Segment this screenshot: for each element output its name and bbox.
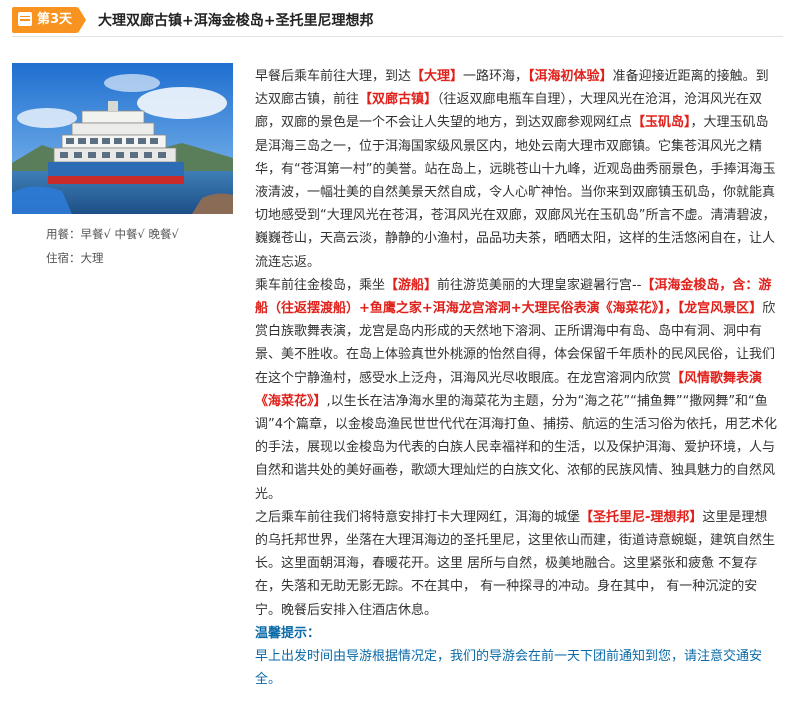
paragraph-1: 早餐后乘车前往大理，到达【大理】一路环海，【洱海初体验】准备迎接近距离的接触。到… <box>255 69 776 270</box>
highlight-shuanglang: 【双廊古镇】 <box>359 92 438 108</box>
calendar-icon <box>18 12 32 26</box>
highlight-erhai: 【洱海初体验】 <box>528 69 613 84</box>
accommodation-info: 住宿：大理 <box>46 251 104 265</box>
day-badge: 第3天 <box>12 7 86 33</box>
meals-info: 用餐：早餐√ 中餐√ 晚餐√ <box>46 227 179 241</box>
paragraph-2: 乘车前往金梭岛，乘坐【游船】前往游览美丽的大理皇家避暑行宫--【洱海金梭岛，含：… <box>255 277 778 502</box>
day-badge-label: 第3天 <box>37 12 73 27</box>
tips-title: 温馨提示： <box>255 625 321 641</box>
paragraph-3: 之后乘车前往我们将特意安排打卡大理网红，洱海的城堡【圣托里尼-理想邦】这里是理想… <box>255 509 776 618</box>
day-title: 大理双廊古镇+洱海金梭岛+圣托里尼理想邦 <box>98 13 374 29</box>
itinerary-content: 早餐后乘车前往大理，到达【大理】一路环海，【洱海初体验】准备迎接近距离的接触。到… <box>255 65 777 691</box>
day-header: 第3天 大理双廊古镇+洱海金梭岛+圣托里尼理想邦 <box>12 6 783 37</box>
destination-photo <box>12 63 233 214</box>
highlight-boat: 【游船】 <box>385 277 438 293</box>
highlight-dali: 【大理】 <box>411 69 464 84</box>
highlight-santorini: 【圣托里尼-理想邦】 <box>580 509 703 525</box>
tips-text: 早上出发时间由导游根据情况定，我们的导游会在前一天下团前通知到您，请注意交通安全… <box>255 649 763 688</box>
highlight-yuji-island: 【玉矶岛】 <box>632 115 691 131</box>
